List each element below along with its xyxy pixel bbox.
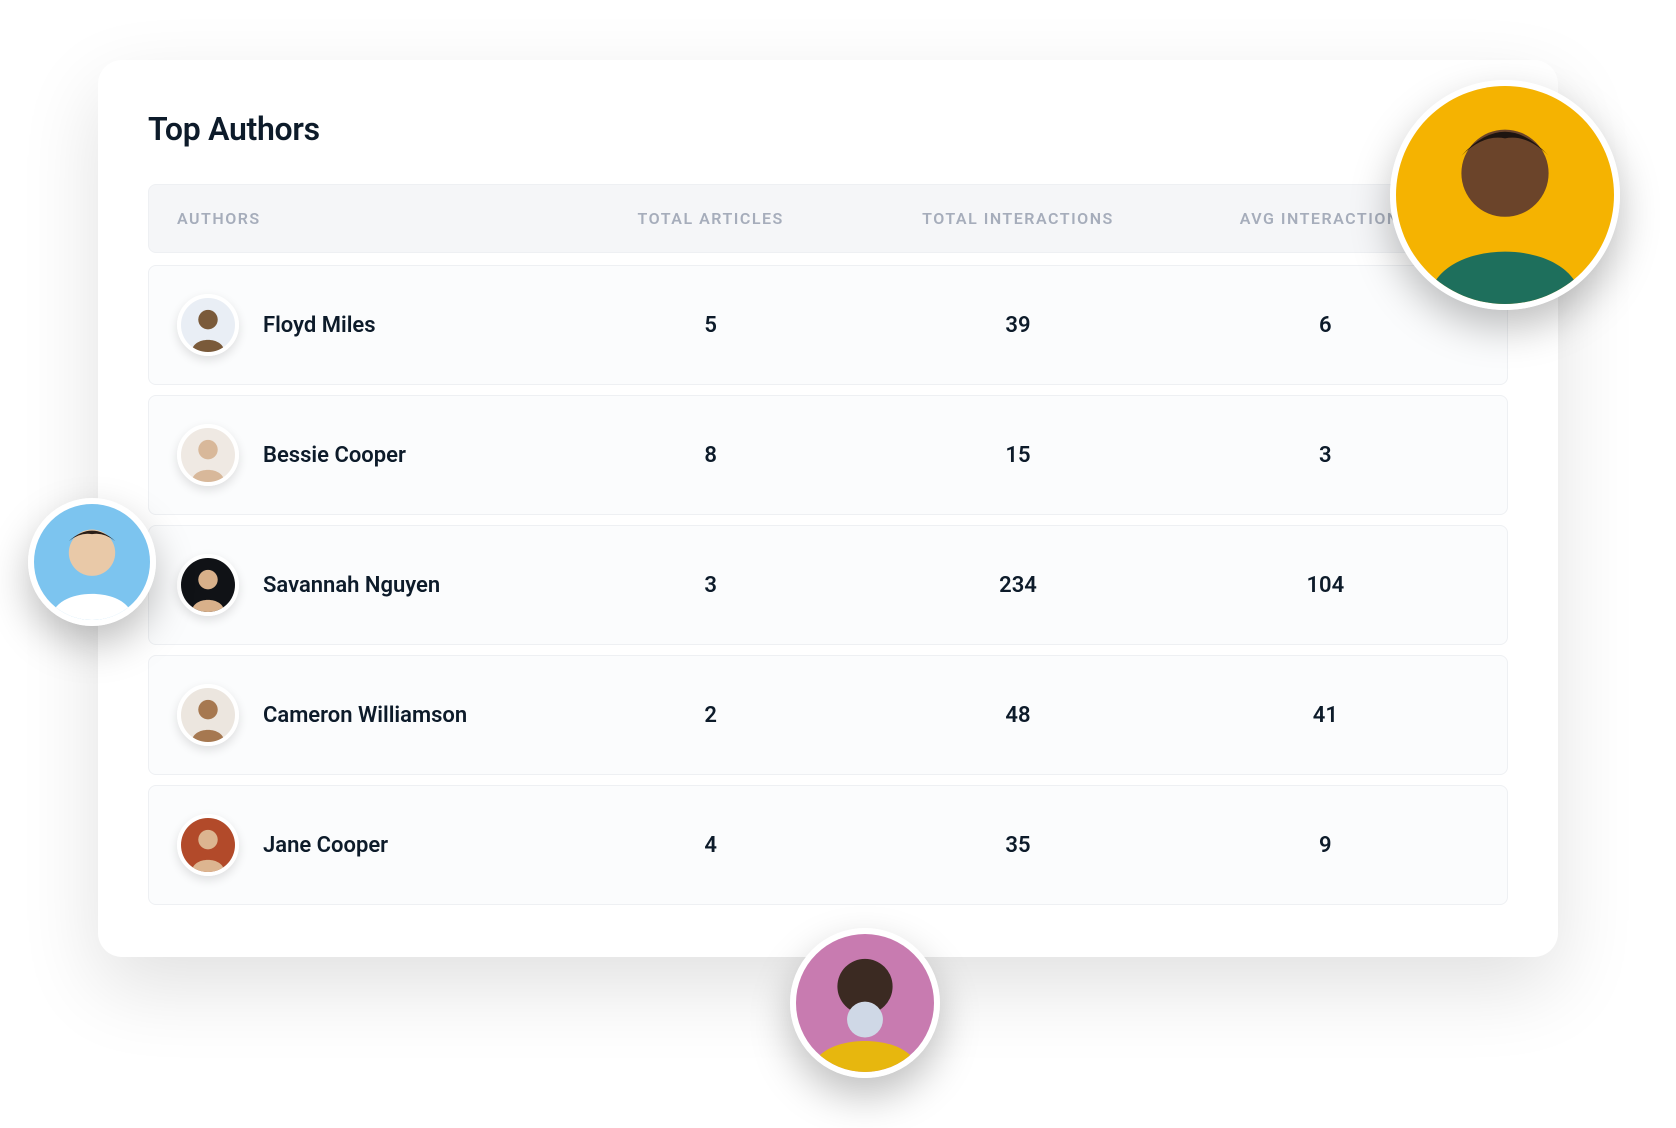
- cell-total-interactions: 15: [864, 443, 1171, 468]
- avatar: [177, 424, 239, 486]
- cell-total-articles: 3: [557, 573, 864, 598]
- top-authors-card: Top Authors AUTHORS TOTAL ARTICLES TOTAL…: [98, 60, 1558, 957]
- column-header-total-articles: TOTAL ARTICLES: [557, 209, 864, 228]
- person-icon: [1396, 86, 1614, 304]
- cell-total-articles: 4: [557, 833, 864, 858]
- cell-total-interactions: 39: [864, 313, 1171, 338]
- table-row[interactable]: Cameron Williamson 2 48 41: [148, 655, 1508, 775]
- author-name: Savannah Nguyen: [263, 573, 440, 598]
- author-cell: Savannah Nguyen: [177, 554, 557, 616]
- author-cell: Cameron Williamson: [177, 684, 557, 746]
- decorative-avatar-left: [28, 498, 156, 626]
- author-name: Jane Cooper: [263, 833, 388, 858]
- person-icon: [796, 934, 934, 1072]
- author-name: Cameron Williamson: [263, 703, 467, 728]
- table-header: AUTHORS TOTAL ARTICLES TOTAL INTERACTION…: [148, 184, 1508, 253]
- cell-total-interactions: 48: [864, 703, 1171, 728]
- person-icon: [181, 688, 235, 742]
- person-icon: [34, 504, 150, 620]
- avatar: [177, 294, 239, 356]
- cell-avg-interactions: 104: [1172, 573, 1479, 598]
- cell-total-articles: 5: [557, 313, 864, 338]
- author-cell: Jane Cooper: [177, 814, 557, 876]
- column-header-authors: AUTHORS: [177, 209, 557, 228]
- person-icon: [181, 558, 235, 612]
- table-row[interactable]: Savannah Nguyen 3 234 104: [148, 525, 1508, 645]
- cell-avg-interactions: 6: [1172, 313, 1479, 338]
- decorative-avatar-bottom: [790, 928, 940, 1078]
- author-cell: Floyd Miles: [177, 294, 557, 356]
- decorative-avatar-top-right: [1390, 80, 1620, 310]
- person-icon: [181, 818, 235, 872]
- avatar: [177, 554, 239, 616]
- card-title: Top Authors: [148, 110, 1508, 148]
- author-cell: Bessie Cooper: [177, 424, 557, 486]
- person-icon: [181, 428, 235, 482]
- cell-total-articles: 2: [557, 703, 864, 728]
- cell-avg-interactions: 9: [1172, 833, 1479, 858]
- cell-total-interactions: 35: [864, 833, 1171, 858]
- avatar: [177, 814, 239, 876]
- table-row[interactable]: Jane Cooper 4 35 9: [148, 785, 1508, 905]
- table-body: Floyd Miles 5 39 6 Bessie Cooper: [148, 265, 1508, 905]
- table-row[interactable]: Bessie Cooper 8 15 3: [148, 395, 1508, 515]
- person-icon: [181, 298, 235, 352]
- author-name: Bessie Cooper: [263, 443, 406, 468]
- cell-avg-interactions: 3: [1172, 443, 1479, 468]
- table-row[interactable]: Floyd Miles 5 39 6: [148, 265, 1508, 385]
- avatar: [177, 684, 239, 746]
- cell-total-articles: 8: [557, 443, 864, 468]
- column-header-total-interactions: TOTAL INTERACTIONS: [864, 209, 1171, 228]
- cell-total-interactions: 234: [864, 573, 1171, 598]
- author-name: Floyd Miles: [263, 313, 376, 338]
- cell-avg-interactions: 41: [1172, 703, 1479, 728]
